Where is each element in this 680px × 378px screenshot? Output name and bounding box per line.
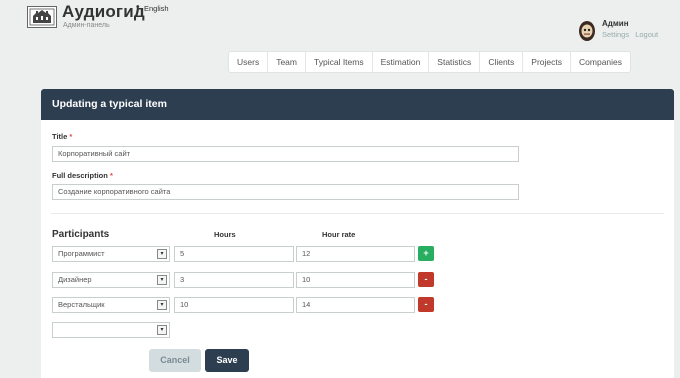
description-label: Full description * [52, 171, 113, 180]
brand-mark: • [136, 2, 140, 13]
add-participant-button[interactable]: + [418, 246, 434, 261]
nav-clients[interactable]: Clients [480, 52, 524, 72]
save-button[interactable]: Save [205, 349, 249, 372]
main-nav: Users Team Typical Items Estimation Stat… [228, 51, 632, 73]
chevron-down-icon[interactable]: ▾ [157, 325, 167, 335]
title-input[interactable]: Корпоративный сайт [52, 146, 519, 162]
participant-role-select[interactable]: Программист ▾ [52, 246, 170, 262]
participant-hours-input[interactable]: 10 [174, 297, 294, 313]
chevron-down-icon[interactable]: ▾ [157, 275, 167, 285]
participant-role-value: Дизайнер [58, 275, 92, 284]
admin-subtitle: Админ-панель [63, 22, 110, 29]
divider [51, 213, 664, 214]
participant-role-value: Программист [58, 249, 105, 258]
participant-rate-input[interactable]: 12 [296, 246, 415, 262]
description-label-text: Full description [52, 171, 108, 180]
nav-statistics[interactable]: Statistics [429, 52, 481, 72]
user-links: Settings Logout [602, 30, 658, 39]
participant-hours-input[interactable]: 3 [174, 272, 294, 288]
participants-title: Participants [52, 229, 110, 240]
hours-column-title: Hours [214, 230, 236, 239]
participant-hours-input[interactable]: 5 [174, 246, 294, 262]
settings-link[interactable]: Settings [602, 30, 629, 39]
nav-companies[interactable]: Companies [571, 52, 630, 72]
panel-title: Updating a typical item [41, 89, 674, 120]
nav-typical-items[interactable]: Typical Items [306, 52, 373, 72]
chevron-down-icon[interactable]: ▾ [157, 249, 167, 259]
chevron-down-icon[interactable]: ▾ [157, 300, 167, 310]
avatar[interactable] [577, 18, 597, 42]
user-name: Админ [602, 19, 629, 28]
participant-rate-input[interactable]: 10 [296, 272, 415, 288]
required-mark: * [69, 132, 73, 141]
nav-estimation[interactable]: Estimation [373, 52, 430, 72]
logout-link[interactable]: Logout [635, 30, 658, 39]
cancel-button[interactable]: Cancel [149, 349, 201, 372]
participant-role-value: Верстальщик [58, 300, 105, 309]
language-link[interactable]: English [144, 4, 169, 13]
participant-role-select[interactable]: Верстальщик ▾ [52, 297, 170, 313]
edit-panel: Updating a typical item Title * Корпорат… [41, 89, 674, 378]
required-mark: * [109, 171, 113, 180]
description-input[interactable]: Создание корпоративного сайта [52, 184, 519, 200]
title-label-text: Title [52, 132, 68, 141]
brand-title[interactable]: Аудиогид [62, 2, 145, 22]
nav-team[interactable]: Team [268, 52, 306, 72]
remove-participant-button[interactable]: - [418, 272, 434, 287]
logo-icon[interactable] [27, 6, 57, 28]
nav-users[interactable]: Users [229, 52, 269, 72]
title-label: Title * [52, 132, 72, 141]
new-participant-select[interactable]: ▾ [52, 322, 170, 338]
nav-projects[interactable]: Projects [523, 52, 572, 72]
participant-role-select[interactable]: Дизайнер ▾ [52, 272, 170, 288]
participant-rate-input[interactable]: 14 [296, 297, 415, 313]
hour-rate-column-title: Hour rate [322, 230, 356, 239]
remove-participant-button[interactable]: - [418, 297, 434, 312]
